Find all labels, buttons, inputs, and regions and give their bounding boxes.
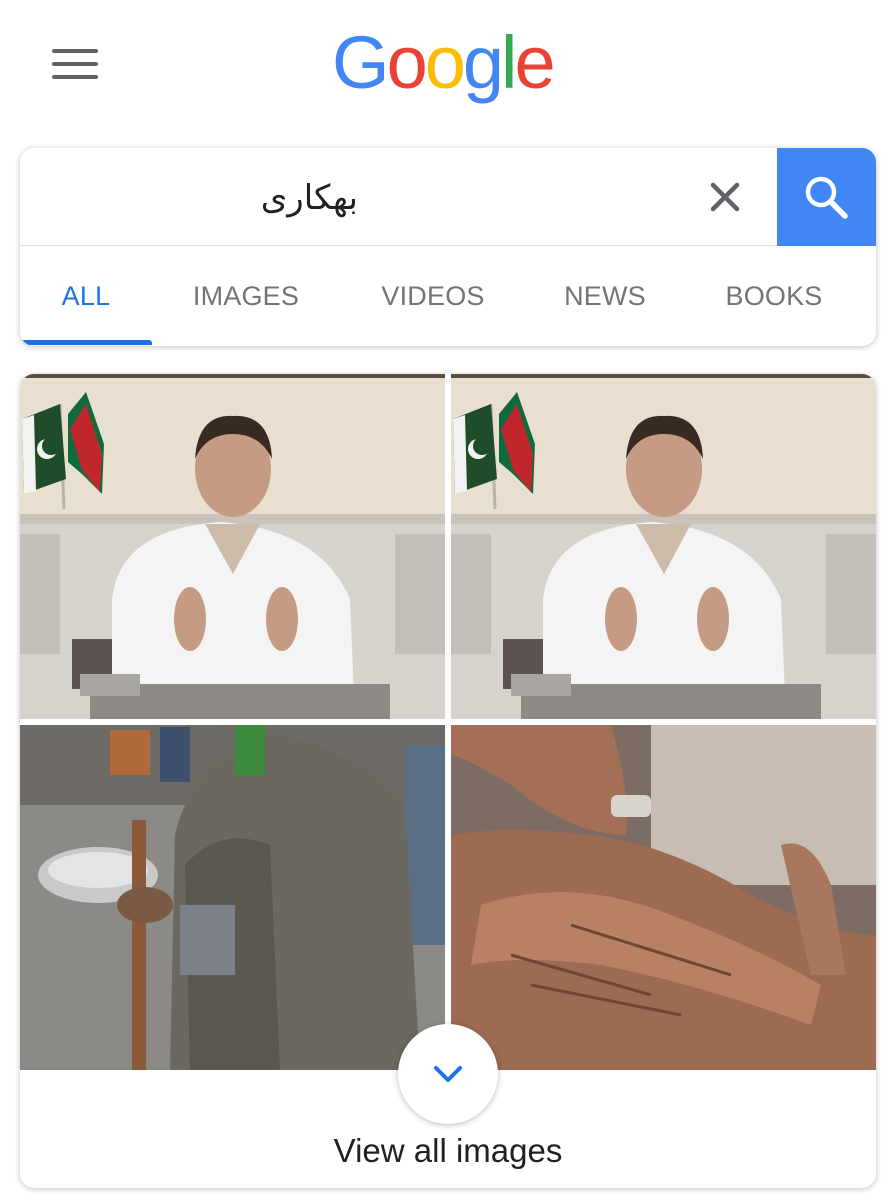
expand-images-button[interactable] (398, 1024, 498, 1124)
menu-icon[interactable] (50, 47, 100, 83)
google-logo[interactable]: Google (330, 18, 566, 114)
clear-icon[interactable] (700, 172, 750, 222)
search-input[interactable] (58, 170, 358, 226)
active-tab-indicator (20, 340, 152, 345)
tab-images[interactable]: IMAGES (170, 246, 322, 346)
image-thumbnail-2[interactable] (451, 374, 876, 719)
search-icon (805, 176, 848, 219)
image-thumbnail-3[interactable] (20, 725, 445, 1070)
tab-all[interactable]: ALL (20, 246, 152, 346)
tab-news[interactable]: NEWS (542, 246, 668, 346)
header: Google (0, 0, 896, 135)
chevron-down-icon (434, 1066, 462, 1082)
search-button[interactable] (777, 148, 876, 246)
search-card: ALL IMAGES VIDEOS NEWS BOOKS (20, 148, 876, 346)
image-thumbnail-1[interactable] (20, 374, 445, 719)
view-all-images-link[interactable]: View all images (20, 1126, 876, 1176)
svg-text:Google: Google (332, 21, 553, 104)
search-tabs: ALL IMAGES VIDEOS NEWS BOOKS (20, 246, 876, 346)
image-results-card: View all images (20, 374, 876, 1188)
tab-videos[interactable]: VIDEOS (360, 246, 506, 346)
image-thumbnail-4[interactable] (451, 725, 876, 1070)
search-bar (20, 148, 876, 246)
tab-books[interactable]: BOOKS (706, 246, 842, 346)
